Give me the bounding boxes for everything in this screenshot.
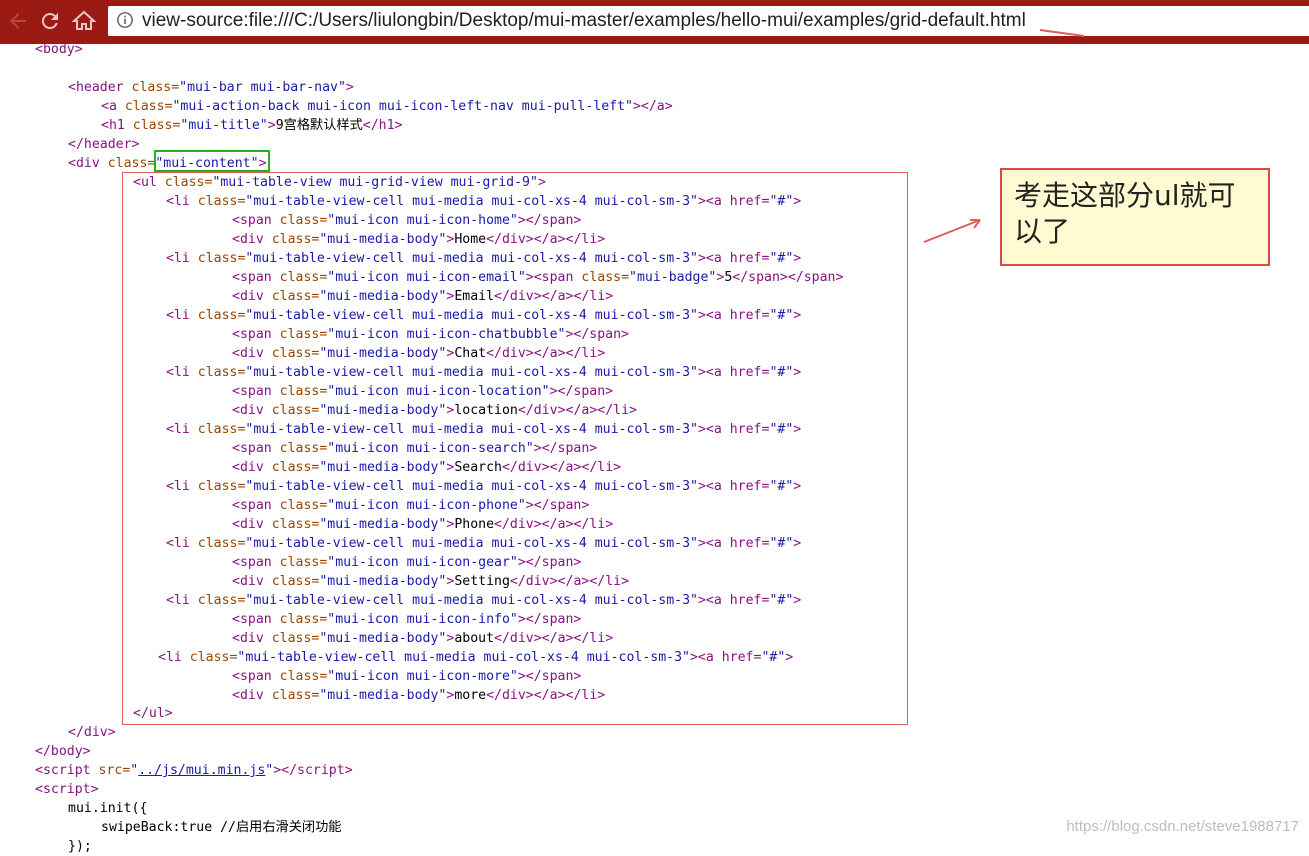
info-icon[interactable]	[116, 11, 134, 29]
address-url: view-source:file:///C:/Users/liulongbin/…	[142, 10, 1026, 31]
code-line: <script>	[35, 782, 99, 797]
code-line: </header>	[68, 137, 140, 152]
code-line: <header class="mui-bar mui-bar-nav">	[68, 80, 354, 95]
code-line: swipeBack:true //启用右滑关闭功能	[101, 820, 342, 835]
code-line: <script src="../js/mui.min.js"></script>	[35, 763, 353, 778]
arrow-annotation	[923, 219, 981, 243]
code-line: <h1 class="mui-title">9宫格默认样式</h1>	[101, 118, 403, 133]
back-arrow-icon[interactable]	[6, 9, 30, 33]
script-src-link[interactable]: ../js/mui.min.js	[138, 763, 265, 778]
highlight-box-red	[122, 172, 908, 725]
code-line: <body>	[35, 42, 83, 57]
reload-icon[interactable]	[38, 9, 62, 33]
annotation-callout: 考走这部分ul就可以了	[1000, 168, 1270, 266]
address-bar[interactable]: view-source:file:///C:/Users/liulongbin/…	[108, 6, 1309, 36]
code-line: mui.init({	[68, 801, 148, 816]
home-icon[interactable]	[72, 9, 96, 33]
watermark: https://blog.csdn.net/steve1988717	[1066, 818, 1299, 835]
code-line: </body>	[35, 744, 91, 759]
highlight-box-green	[154, 150, 270, 172]
code-line: <a class="mui-action-back mui-icon mui-i…	[101, 99, 673, 114]
browser-toolbar: view-source:file:///C:/Users/liulongbin/…	[0, 0, 1309, 44]
code-line: </div>	[68, 725, 116, 740]
